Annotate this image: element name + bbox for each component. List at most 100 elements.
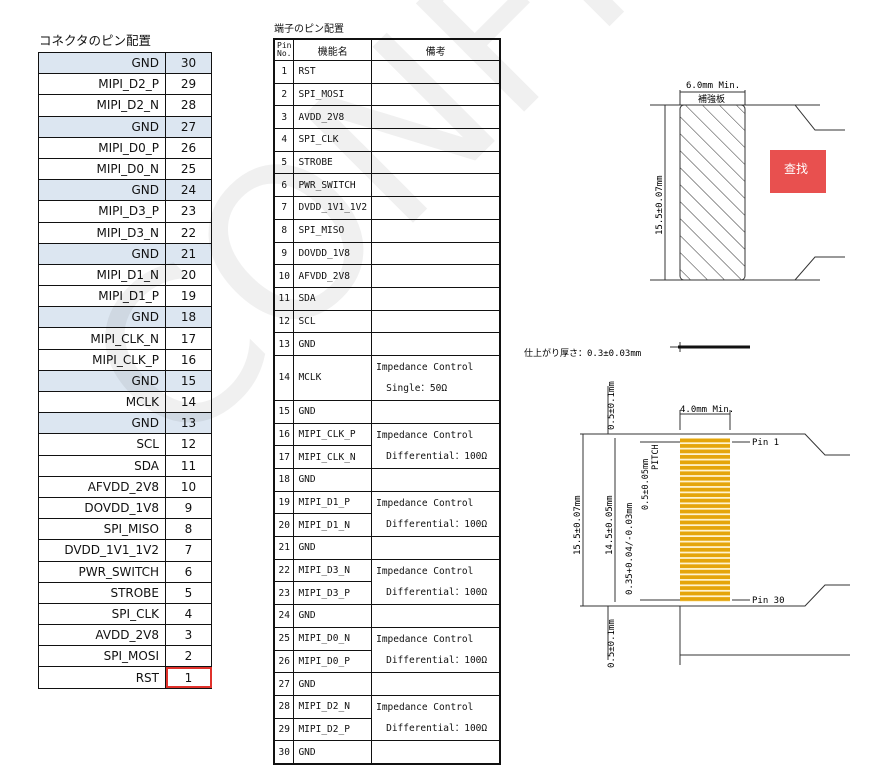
contact-width-label: 4.0mm Min. [680,405,734,415]
table-row: 11 SDA [273,286,501,311]
table-row: SDA 11 [38,454,212,477]
note-cell [371,740,501,765]
function-name: DVDD_1V1_1V2 [293,196,373,220]
pin30-label: Pin 30 [752,596,785,606]
pin-number: 23 [165,200,212,223]
function-name: MIPI_D0_N [293,626,373,651]
note-cell [371,105,501,130]
table-row: MIPI_D1_N 20 [38,263,212,287]
signal-name: GND [38,115,166,138]
table-row: GND 21 [38,242,212,265]
pin-number: 9 [165,496,212,520]
pin-number: 19 [273,490,295,515]
pin1-label: Pin 1 [752,438,779,448]
pin-number: 5 [273,150,295,175]
pin-number: 8 [165,518,212,541]
note-cell [371,672,501,696]
pin-number: 16 [273,422,295,447]
function-name: MIPI_D3_P [293,581,373,606]
contact-finger [680,575,730,579]
function-name: SCL [293,309,373,334]
signal-name: RST [38,666,166,689]
function-name: STROBE [293,150,373,175]
signal-name: GND [38,369,166,393]
pin-number: 4 [165,602,212,626]
table-row: MCLK 14 [38,390,212,414]
pin-span-label: 14.5±0.05mm [605,495,615,555]
pin-number: 9 [273,241,295,266]
function-name: SPI_MISO [293,218,373,243]
pin-number: 3 [273,105,295,130]
note-cell [371,218,501,243]
signal-name: DVDD_1V1_1V2 [38,539,166,562]
table-row: 3 AVDD_2V8 [273,105,501,130]
table-row: 8 SPI_MISO [273,218,501,243]
function-name: AFVDD_2V8 [293,264,373,288]
pin-number: 21 [165,242,212,265]
note-cell [371,604,501,628]
pin-number: 10 [273,264,295,288]
signal-name: SPI_CLK [38,602,166,626]
contact-finger [680,487,730,492]
table-row: SCL 12 [38,433,212,456]
contact-finger [680,471,730,476]
pin-number: 13 [273,332,295,356]
pin-number: 8 [273,218,295,243]
table-row: 14 MCLK Impedance Control Single：50Ω [273,354,501,401]
contact-finger [680,493,730,497]
note-cell [371,196,501,220]
pin-number: 11 [165,454,212,477]
function-name: AVDD_2V8 [293,105,373,130]
pin-number: 30 [165,51,212,75]
signal-name: MIPI_D0_P [38,136,166,159]
function-name: SDA [293,286,373,311]
function-name: MIPI_D1_P [293,490,373,515]
pin-number: 20 [273,513,295,538]
pin-number: 24 [165,179,212,202]
table-row: 16 MIPI_CLK_P Impedance Control Differentia… [273,422,501,470]
note-cell [371,309,501,334]
table-row: GND 13 [38,412,212,435]
pin-number: 1 [273,60,295,84]
table-row: 15 GND [273,399,501,424]
signal-name: SCL [38,433,166,456]
pin-number: 25 [165,157,212,181]
pin-number: 12 [273,309,295,334]
table-header-row: Pin No. 機能名 備考 [273,38,501,61]
pin-number: 17 [273,445,295,469]
pitch-label: 0.5±0.05mm [641,459,651,510]
pin-number: 19 [165,285,212,308]
signal-name: GND [38,51,166,75]
note-cell: Impedance Control Differential：100Ω [371,490,501,538]
signal-name: GND [38,179,166,202]
table-row: MIPI_D3_P 23 [38,200,212,223]
note-cell [371,332,501,356]
signal-name: DOVDD_1V8 [38,496,166,520]
contact-finger [680,580,730,585]
find-button[interactable]: 查找 [770,150,826,193]
function-name: RST [293,60,373,84]
signal-name: MCLK [38,390,166,414]
table-row: 24 GND [273,604,501,628]
finger-width-label: 0.35+0.04/-0.03mm [625,503,635,595]
contact-finger [680,586,730,590]
contact-finger [680,498,730,503]
table-row: SPI_MISO 8 [38,518,212,541]
table-row: 5 STROBE [273,150,501,175]
pin-number: 12 [165,433,212,456]
pin-number: 25 [273,626,295,651]
table-row: 1 RST [273,60,501,84]
contact-finger [680,537,730,541]
table-row: 27 GND [273,672,501,696]
terminal-pinout-title: 端子のピン配置 [274,24,344,35]
pin-number: 7 [273,196,295,220]
table-row: 18 GND [273,468,501,492]
contact-finger [680,438,730,443]
function-name: MIPI_D0_P [293,649,373,674]
contact-finger [680,569,730,574]
header-pin-no: Pin No. [273,38,295,61]
function-name: MCLK [293,354,373,401]
pin-number: 1 [165,666,212,689]
pin-number: 23 [273,581,295,606]
contact-finger [680,526,730,530]
